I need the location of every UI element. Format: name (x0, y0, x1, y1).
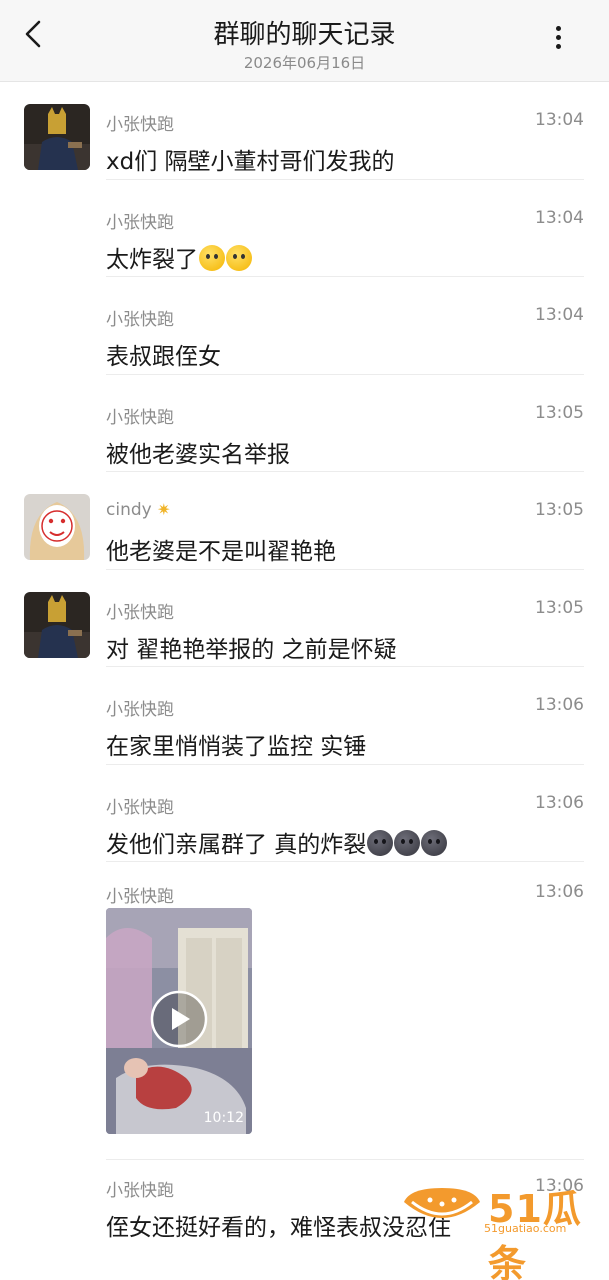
message-item: 小张快跑 13:05 对 翟艳艳举报的 之前是怀疑 (0, 570, 609, 667)
video-message-item: 小张快跑 13:06 10:12 (0, 862, 609, 1160)
flushed-face-icon (199, 244, 225, 271)
message-text-row: 太炸裂了 (106, 240, 252, 274)
message-item: 小张快跑 13:06 发他们亲属群了 真的炸裂 (0, 765, 609, 862)
message-list: 小张快跑 13:04 xd们 隔壁小董村哥们发我的 小张快跑 13:04 太炸裂… (0, 82, 609, 1280)
video-duration: 10:12 (203, 1110, 244, 1126)
sparkle-star-icon: ✷ (157, 500, 171, 519)
message-text: 表叔跟侄女 (106, 344, 221, 370)
sender-name: 小张快跑 (106, 310, 174, 330)
chat-history-header: 群聊的聊天记录 2026年06月16日 (0, 0, 609, 82)
page-title: 群聊的聊天记录 (213, 20, 396, 50)
message-item: 小张快跑 13:05 被他老婆实名举报 (0, 375, 609, 472)
cindy-avatar[interactable] (24, 494, 90, 560)
sender-name: 小张快跑 (106, 700, 174, 720)
message-item: 小张快跑 13:04 表叔跟侄女 (0, 277, 609, 375)
more-options-icon[interactable] (551, 26, 565, 54)
message-time: 13:06 (535, 695, 584, 715)
new-moon-face-icon (367, 829, 394, 856)
site-watermark: 51瓜条 51guatiao.com (400, 1178, 600, 1280)
message-item: cindy ✷ 13:05 他老婆是不是叫翟艳艳 (0, 472, 609, 570)
message-time: 13:04 (535, 305, 584, 325)
masked-person-avatar[interactable] (24, 104, 90, 170)
message-time: 13:04 (535, 207, 584, 228)
sender-name: 小张快跑 (106, 115, 174, 135)
message-item: 小张快跑 13:04 xd们 隔壁小董村哥们发我的 (0, 82, 609, 180)
masked-person-avatar[interactable] (24, 591, 90, 658)
sender-name: 小张快跑 (106, 212, 174, 233)
watermark-url: 51guatiao.com (484, 1222, 567, 1235)
chat-date: 2026年06月16日 (243, 54, 366, 72)
message-text: xd们 隔壁小董村哥们发我的 (106, 149, 395, 175)
message-time: 13:06 (535, 792, 584, 813)
new-moon-face-icon (421, 829, 448, 856)
sender-name: 小张快跑 (106, 887, 174, 907)
message-text: 发他们亲属群了 真的炸裂 (106, 831, 367, 858)
message-text: 被他老婆实名举报 (106, 441, 290, 468)
message-time: 13:06 (535, 882, 584, 902)
sender-name: cindy (106, 500, 152, 520)
watermelon-logo-icon (404, 1188, 480, 1218)
message-text: 在家里悄悄装了监控 实锤 (106, 734, 367, 760)
flushed-face-icon (226, 244, 252, 271)
message-time: 13:05 (535, 500, 584, 520)
video-thumbnail[interactable]: 10:12 (106, 908, 252, 1134)
sender-name: 小张快跑 (106, 797, 174, 818)
message-time: 13:05 (535, 597, 584, 618)
message-text: 他老婆是不是叫翟艳艳 (106, 539, 336, 565)
message-text-row: 发他们亲属群了 真的炸裂 (106, 825, 448, 859)
message-item: 小张快跑 13:06 在家里悄悄装了监控 实锤 (0, 667, 609, 765)
message-item: 小张快跑 13:04 太炸裂了 (0, 180, 609, 277)
message-text: 太炸裂了 (106, 246, 198, 273)
new-moon-face-icon (394, 829, 421, 856)
message-time: 13:05 (535, 402, 584, 423)
sender-name: 小张快跑 (106, 407, 174, 428)
sender-name: 小张快跑 (106, 602, 174, 623)
message-time: 13:04 (535, 110, 584, 130)
sender-name: 小张快跑 (106, 1181, 174, 1201)
sender-name-row: cindy ✷ (106, 500, 171, 520)
message-text: 对 翟艳艳举报的 之前是怀疑 (106, 636, 397, 663)
